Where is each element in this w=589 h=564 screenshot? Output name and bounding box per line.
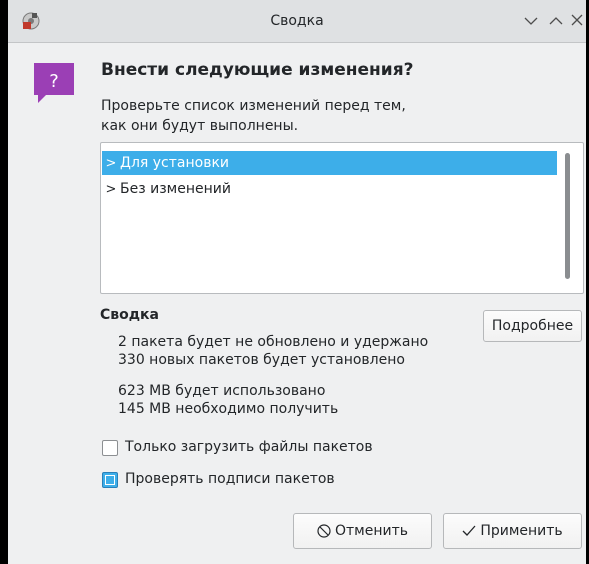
window-title: Сводка xyxy=(270,13,324,29)
verify-signatures-checkbox[interactable] xyxy=(102,472,118,488)
question-icon: ? xyxy=(34,63,74,103)
summary-held-packages: 2 пакета будет не обновлено и удержано xyxy=(118,334,429,350)
changes-tree[interactable]: > Для установки > Без изменений xyxy=(100,142,584,294)
apply-button[interactable]: Применить xyxy=(443,513,582,549)
cancel-icon xyxy=(317,524,331,538)
svg-text:?: ? xyxy=(49,71,59,92)
tree-item-label: Для установки xyxy=(120,155,229,171)
dialog-description: Проверьте список изменений перед тем, ка… xyxy=(101,98,406,134)
maximize-icon[interactable] xyxy=(545,9,567,33)
dialog-heading: Внести следующие изменения? xyxy=(101,60,414,80)
verify-signatures-label[interactable]: Проверять подписи пакетов xyxy=(125,471,335,487)
cancel-button[interactable]: Отменить xyxy=(293,513,432,549)
summary-heading: Сводка xyxy=(100,307,160,323)
tree-item-unchanged[interactable]: > Без изменений xyxy=(102,177,231,201)
window-frame-left xyxy=(0,0,8,564)
summary-new-packages: 330 новых пакетов будет установлено xyxy=(118,352,405,368)
chevron-right-icon[interactable]: > xyxy=(102,178,120,202)
tree-scrollbar[interactable] xyxy=(562,149,572,283)
checkmark-icon xyxy=(462,525,476,536)
summary-disk-usage: 623 MB будет использовано xyxy=(118,383,326,399)
download-only-checkbox[interactable] xyxy=(102,440,118,456)
apply-label: Применить xyxy=(480,523,563,539)
tree-item-label: Без изменений xyxy=(120,181,231,197)
tree-item-to-install[interactable]: > Для установки xyxy=(102,151,557,175)
title-bar[interactable]: Сводка xyxy=(8,0,586,43)
close-icon[interactable] xyxy=(568,9,586,33)
summary-download-size: 145 MB необходимо получить xyxy=(118,401,339,417)
cancel-label: Отменить xyxy=(334,523,408,539)
details-button[interactable]: Подробнее xyxy=(483,310,582,342)
chevron-right-icon[interactable]: > xyxy=(102,152,120,176)
minimize-icon[interactable] xyxy=(520,9,542,33)
download-only-label[interactable]: Только загрузить файлы пакетов xyxy=(125,439,373,455)
summary-dialog: Сводка ? Внести следующие изменения? Про… xyxy=(8,0,586,564)
scrollbar-handle[interactable] xyxy=(565,153,570,279)
